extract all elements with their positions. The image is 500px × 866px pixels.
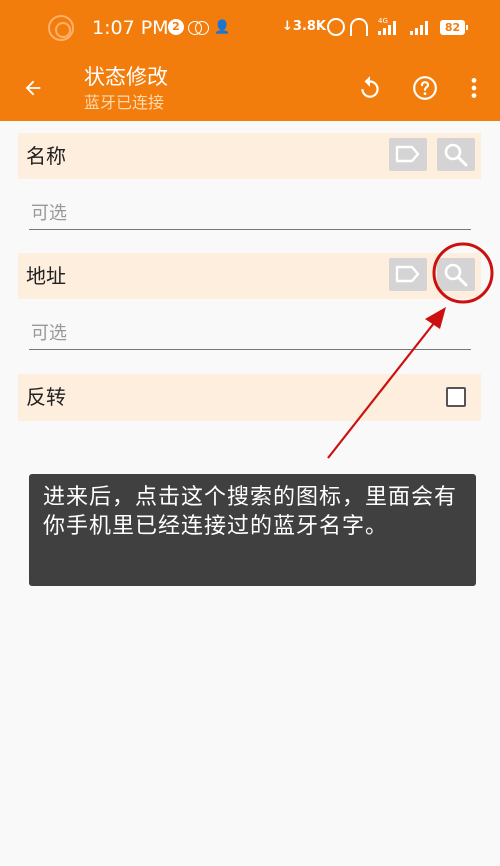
invert-row[interactable]: 反转 <box>18 374 481 421</box>
more-vert-icon[interactable] <box>461 75 487 101</box>
back-arrow-icon[interactable] <box>22 77 44 99</box>
name-field[interactable] <box>29 198 471 230</box>
page-subtitle: 蓝牙已连接 <box>84 93 165 112</box>
network-speed: ↓3.8K <box>282 19 326 34</box>
instruction-tooltip: 进来后，点击这个搜索的图标，里面会有你手机里已经连接过的蓝牙名字。 <box>29 474 476 586</box>
search-icon <box>444 263 468 287</box>
invert-label: 反转 <box>26 385 66 409</box>
signal-icon <box>410 21 430 35</box>
name-input[interactable] <box>29 198 471 228</box>
name-tag-button[interactable] <box>389 138 427 171</box>
page-title: 状态修改 <box>84 65 168 89</box>
address-field[interactable] <box>29 318 471 350</box>
search-icon <box>444 143 468 167</box>
battery-icon: 82 <box>440 20 468 35</box>
name-row: 名称 <box>18 133 481 179</box>
headphones-icon <box>350 18 368 36</box>
linked-rings-icon <box>188 21 209 35</box>
address-input[interactable] <box>29 318 471 348</box>
address-label: 地址 <box>26 264 66 288</box>
tag-icon <box>395 265 420 283</box>
refresh-icon[interactable] <box>357 75 383 101</box>
tag-icon <box>395 145 420 163</box>
address-tag-button[interactable] <box>389 258 427 291</box>
help-icon[interactable] <box>412 75 438 101</box>
invert-checkbox[interactable] <box>446 387 466 407</box>
status-time: 1:07 PM <box>92 17 169 39</box>
status-bar: 1:07 PM 2 👤 ↓3.8K 4G 82 <box>0 0 500 56</box>
annotation-overlay <box>327 242 494 459</box>
ring-icon <box>48 15 74 41</box>
address-row: 地址 <box>18 253 481 299</box>
person-icon: 👤 <box>214 20 231 35</box>
name-search-button[interactable] <box>437 138 475 171</box>
notification-count-badge: 2 <box>168 19 184 35</box>
signal-icon <box>378 21 398 35</box>
app-bar: 状态修改 蓝牙已连接 <box>0 56 500 121</box>
alarm-icon <box>327 18 345 36</box>
address-search-button[interactable] <box>437 258 475 291</box>
name-label: 名称 <box>26 144 66 168</box>
